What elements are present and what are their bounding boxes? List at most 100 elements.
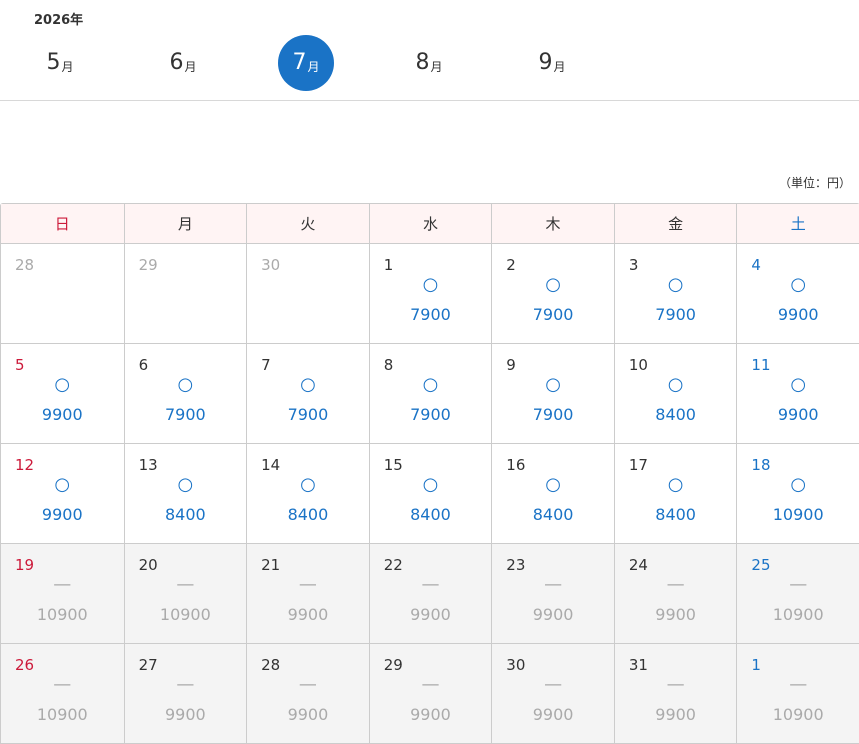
day-price: 9900 xyxy=(410,705,451,724)
available-circle-icon: ○ xyxy=(177,374,194,395)
day-number: 26 xyxy=(15,656,35,674)
day-price: 10900 xyxy=(36,605,88,624)
calendar-day-cell[interactable]: 14 ○ 8400 xyxy=(246,443,369,543)
calendar-day-cell[interactable]: 3 ○ 7900 xyxy=(613,243,737,343)
month-number: 9 xyxy=(538,50,553,75)
unavailable-dash-icon: — xyxy=(53,574,72,595)
calendar-day-cell: 31 — 9900 xyxy=(613,643,737,743)
day-number: 29 xyxy=(138,256,158,274)
calendar-day-cell[interactable]: 17 ○ 8400 xyxy=(613,443,737,543)
calendar-day-cell: 30 — 9900 xyxy=(491,643,614,743)
available-circle-icon: ○ xyxy=(545,274,561,295)
unavailable-dash-icon: — xyxy=(666,674,685,695)
calendar-day-cell[interactable]: 16 ○ 8400 xyxy=(491,443,614,543)
header-divider xyxy=(0,100,859,101)
day-number: 2 xyxy=(506,256,516,274)
calendar-day-cell[interactable]: 5 ○ 9900 xyxy=(1,343,124,443)
calendar-day-cell[interactable]: 9 ○ 7900 xyxy=(491,343,614,443)
day-number: 30 xyxy=(261,256,281,274)
available-circle-icon: ○ xyxy=(300,374,316,395)
month-number: 7 xyxy=(292,50,307,75)
calendar-day-cell: 24 — 9900 xyxy=(613,543,737,643)
day-price: 10900 xyxy=(772,505,824,524)
day-price: 7900 xyxy=(532,405,574,424)
calendar-day-cell[interactable]: 8 ○ 7900 xyxy=(368,343,492,443)
unit-note: （単位：円） xyxy=(778,176,851,190)
month-unit: 月 xyxy=(184,59,197,74)
unavailable-dash-icon: — xyxy=(421,574,440,595)
day-price: 9900 xyxy=(287,605,329,624)
available-circle-icon: ○ xyxy=(422,374,439,395)
day-number: 5 xyxy=(15,356,25,374)
year-label: 2026年 xyxy=(34,13,84,28)
day-number: 12 xyxy=(15,456,35,474)
weekday-header: 日 月 火 水 木 金 土 xyxy=(1,204,859,243)
calendar-day-cell[interactable]: 15 ○ 8400 xyxy=(368,443,492,543)
calendar-day-cell[interactable]: 18 ○ 10900 xyxy=(736,443,859,543)
day-price: 7900 xyxy=(532,305,574,324)
calendar-day-cell[interactable]: 4 ○ 9900 xyxy=(736,243,859,343)
weekday-mon: 月 xyxy=(123,204,247,243)
day-number: 18 xyxy=(751,456,771,474)
weekday-sun: 日 xyxy=(54,215,70,233)
day-number: 10 xyxy=(628,356,648,374)
day-number: 15 xyxy=(383,456,403,474)
month-unit: 月 xyxy=(307,59,320,74)
calendar-day-cell: 28 — 9900 xyxy=(246,643,369,743)
day-number: 28 xyxy=(15,256,35,274)
day-number: 17 xyxy=(628,456,648,474)
calendar-day-cell: 20 — 10900 xyxy=(123,543,247,643)
day-number: 11 xyxy=(751,356,771,374)
calendar-day-cell: 23 — 9900 xyxy=(491,543,614,643)
calendar-day-cell[interactable]: 11 ○ 9900 xyxy=(736,343,859,443)
weekday-fri: 金 xyxy=(613,204,737,243)
weekday-sat: 土 xyxy=(736,204,859,243)
calendar-day-cell[interactable]: 7 ○ 7900 xyxy=(246,343,369,443)
available-circle-icon: ○ xyxy=(54,474,71,495)
day-price: 9900 xyxy=(287,705,329,724)
month-tab-9[interactable]: 9月 xyxy=(524,35,580,91)
calendar-day-cell[interactable]: 1 ○ 7900 xyxy=(368,243,492,343)
day-number: 14 xyxy=(261,456,281,474)
unavailable-dash-icon: — xyxy=(544,674,563,695)
calendar-day-cell[interactable]: 13 ○ 8400 xyxy=(123,443,247,543)
available-circle-icon: ○ xyxy=(177,474,194,495)
day-number: 6 xyxy=(138,356,149,374)
calendar-day-cell[interactable]: 6 ○ 7900 xyxy=(123,343,247,443)
unavailable-dash-icon: — xyxy=(298,574,317,595)
unavailable-dash-icon: — xyxy=(666,574,685,595)
day-number: 13 xyxy=(138,456,158,474)
day-price: 8400 xyxy=(532,505,574,524)
day-price: 9900 xyxy=(41,505,83,524)
calendar-day-cell: 29 — 9900 xyxy=(368,643,492,743)
calendar-grid: 28 29 30 1 ○ 7900 2 ○ 7900 3 ○ 7900 4 ○ 9900 5 ○ 9900 6 ○ 79… xyxy=(1,243,859,743)
month-unit: 月 xyxy=(553,59,566,74)
unavailable-dash-icon: — xyxy=(789,574,808,595)
available-circle-icon: ○ xyxy=(54,374,71,395)
day-number: 19 xyxy=(15,556,35,574)
day-price: 7900 xyxy=(287,405,329,424)
available-circle-icon: ○ xyxy=(790,274,807,295)
month-tab-5[interactable]: 5月 xyxy=(32,35,88,91)
month-tab-8[interactable]: 8月 xyxy=(401,35,457,91)
day-number: 29 xyxy=(383,656,403,674)
day-number: 23 xyxy=(506,556,526,574)
calendar-day-cell[interactable]: 2 ○ 7900 xyxy=(491,243,614,343)
day-price: 10900 xyxy=(36,705,88,724)
unavailable-dash-icon: — xyxy=(544,574,563,595)
month-tab-6[interactable]: 6月 xyxy=(155,35,211,91)
available-circle-icon: ○ xyxy=(300,474,316,495)
calendar-day-cell[interactable]: 12 ○ 9900 xyxy=(1,443,124,543)
unavailable-dash-icon: — xyxy=(421,674,440,695)
calendar-day-cell[interactable]: 10 ○ 8400 xyxy=(613,343,737,443)
day-price: 9900 xyxy=(532,605,574,624)
calendar-day-cell: 30 xyxy=(246,243,369,343)
calendar-day-cell: 19 — 10900 xyxy=(1,543,124,643)
day-number: 16 xyxy=(506,456,526,474)
weekday-tue: 火 xyxy=(246,204,369,243)
available-circle-icon: ○ xyxy=(545,374,561,395)
month-number: 8 xyxy=(415,50,430,75)
calendar-day-cell: 26 — 10900 xyxy=(1,643,124,743)
day-price: 9900 xyxy=(655,605,696,624)
month-tab-7-active[interactable]: 7月 xyxy=(278,35,334,91)
